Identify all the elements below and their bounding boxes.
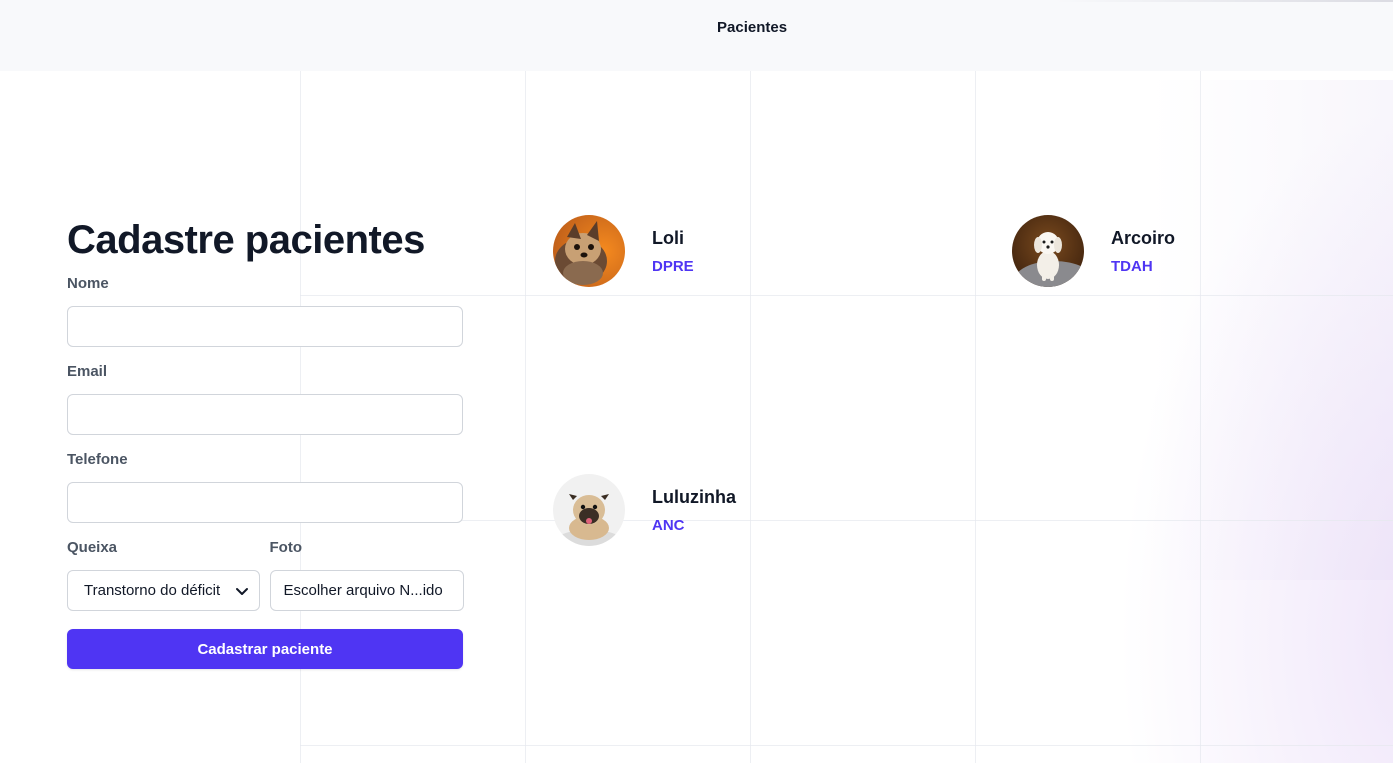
patient-info: Arcoiro TDAH (1111, 215, 1175, 277)
patient-card[interactable]: Loli DPRE (553, 215, 694, 287)
grid-line (300, 295, 1393, 296)
grid-line (300, 745, 1393, 746)
form-title: Cadastre pacientes (67, 218, 425, 262)
foto-column: Foto Escolher arquivo N...ido (269, 538, 464, 611)
queixa-foto-row: Queixa Transtorno do déficit Foto Escolh… (67, 538, 464, 611)
email-label: Email (67, 363, 108, 380)
dog-photo-yorkshire-icon (553, 215, 625, 287)
telefone-input[interactable] (67, 482, 463, 523)
queixa-column: Queixa Transtorno do déficit (67, 538, 261, 611)
queixa-selected-value: Transtorno do déficit (84, 582, 221, 599)
navbar-shadow (1055, 0, 1393, 2)
background-grid (300, 70, 1393, 763)
patient-name: Arcoiro (1111, 228, 1176, 248)
patient-name: Luluzinha (652, 487, 736, 507)
nome-input[interactable] (67, 306, 463, 347)
nome-label: Nome (67, 275, 109, 292)
dog-photo-pug-icon (553, 474, 625, 546)
telefone-label: Telefone (67, 451, 128, 468)
grid-line (300, 520, 1393, 521)
email-input[interactable] (67, 394, 463, 435)
foto-file-input[interactable]: Escolher arquivo N...ido (269, 570, 464, 611)
patient-complaint-tag: TDAH (1111, 258, 1153, 275)
patient-complaint-tag: ANC (652, 517, 685, 534)
patient-registration-form: Cadastre pacientes Nome Email Telefone Q… (67, 216, 464, 669)
foto-label: Foto (269, 539, 302, 556)
page: Pacientes Cadastre pacientes Nome Email … (0, 0, 1393, 763)
patient-info: Luluzinha ANC (652, 474, 736, 536)
background-glow (1150, 80, 1393, 580)
patient-card[interactable]: Luluzinha ANC (553, 474, 736, 546)
grid-line (1200, 70, 1201, 763)
dog-photo-maltese-icon (1012, 215, 1084, 287)
queixa-label: Queixa (67, 539, 118, 556)
background-gradient (1093, 60, 1393, 763)
grid-line (525, 70, 526, 763)
patient-complaint-tag: DPRE (652, 258, 694, 275)
grid-line (750, 70, 751, 763)
queixa-select[interactable]: Transtorno do déficit (67, 570, 260, 611)
cadastrar-paciente-button[interactable]: Cadastrar paciente (67, 629, 463, 669)
patient-card[interactable]: Arcoiro TDAH (1012, 215, 1175, 287)
grid-line (975, 70, 976, 763)
patient-name: Loli (652, 228, 684, 248)
nav-link-pacientes[interactable]: Pacientes (717, 18, 787, 38)
patient-info: Loli DPRE (652, 215, 694, 277)
chevron-down-icon (236, 588, 248, 595)
top-navbar: Pacientes (0, 0, 1393, 71)
